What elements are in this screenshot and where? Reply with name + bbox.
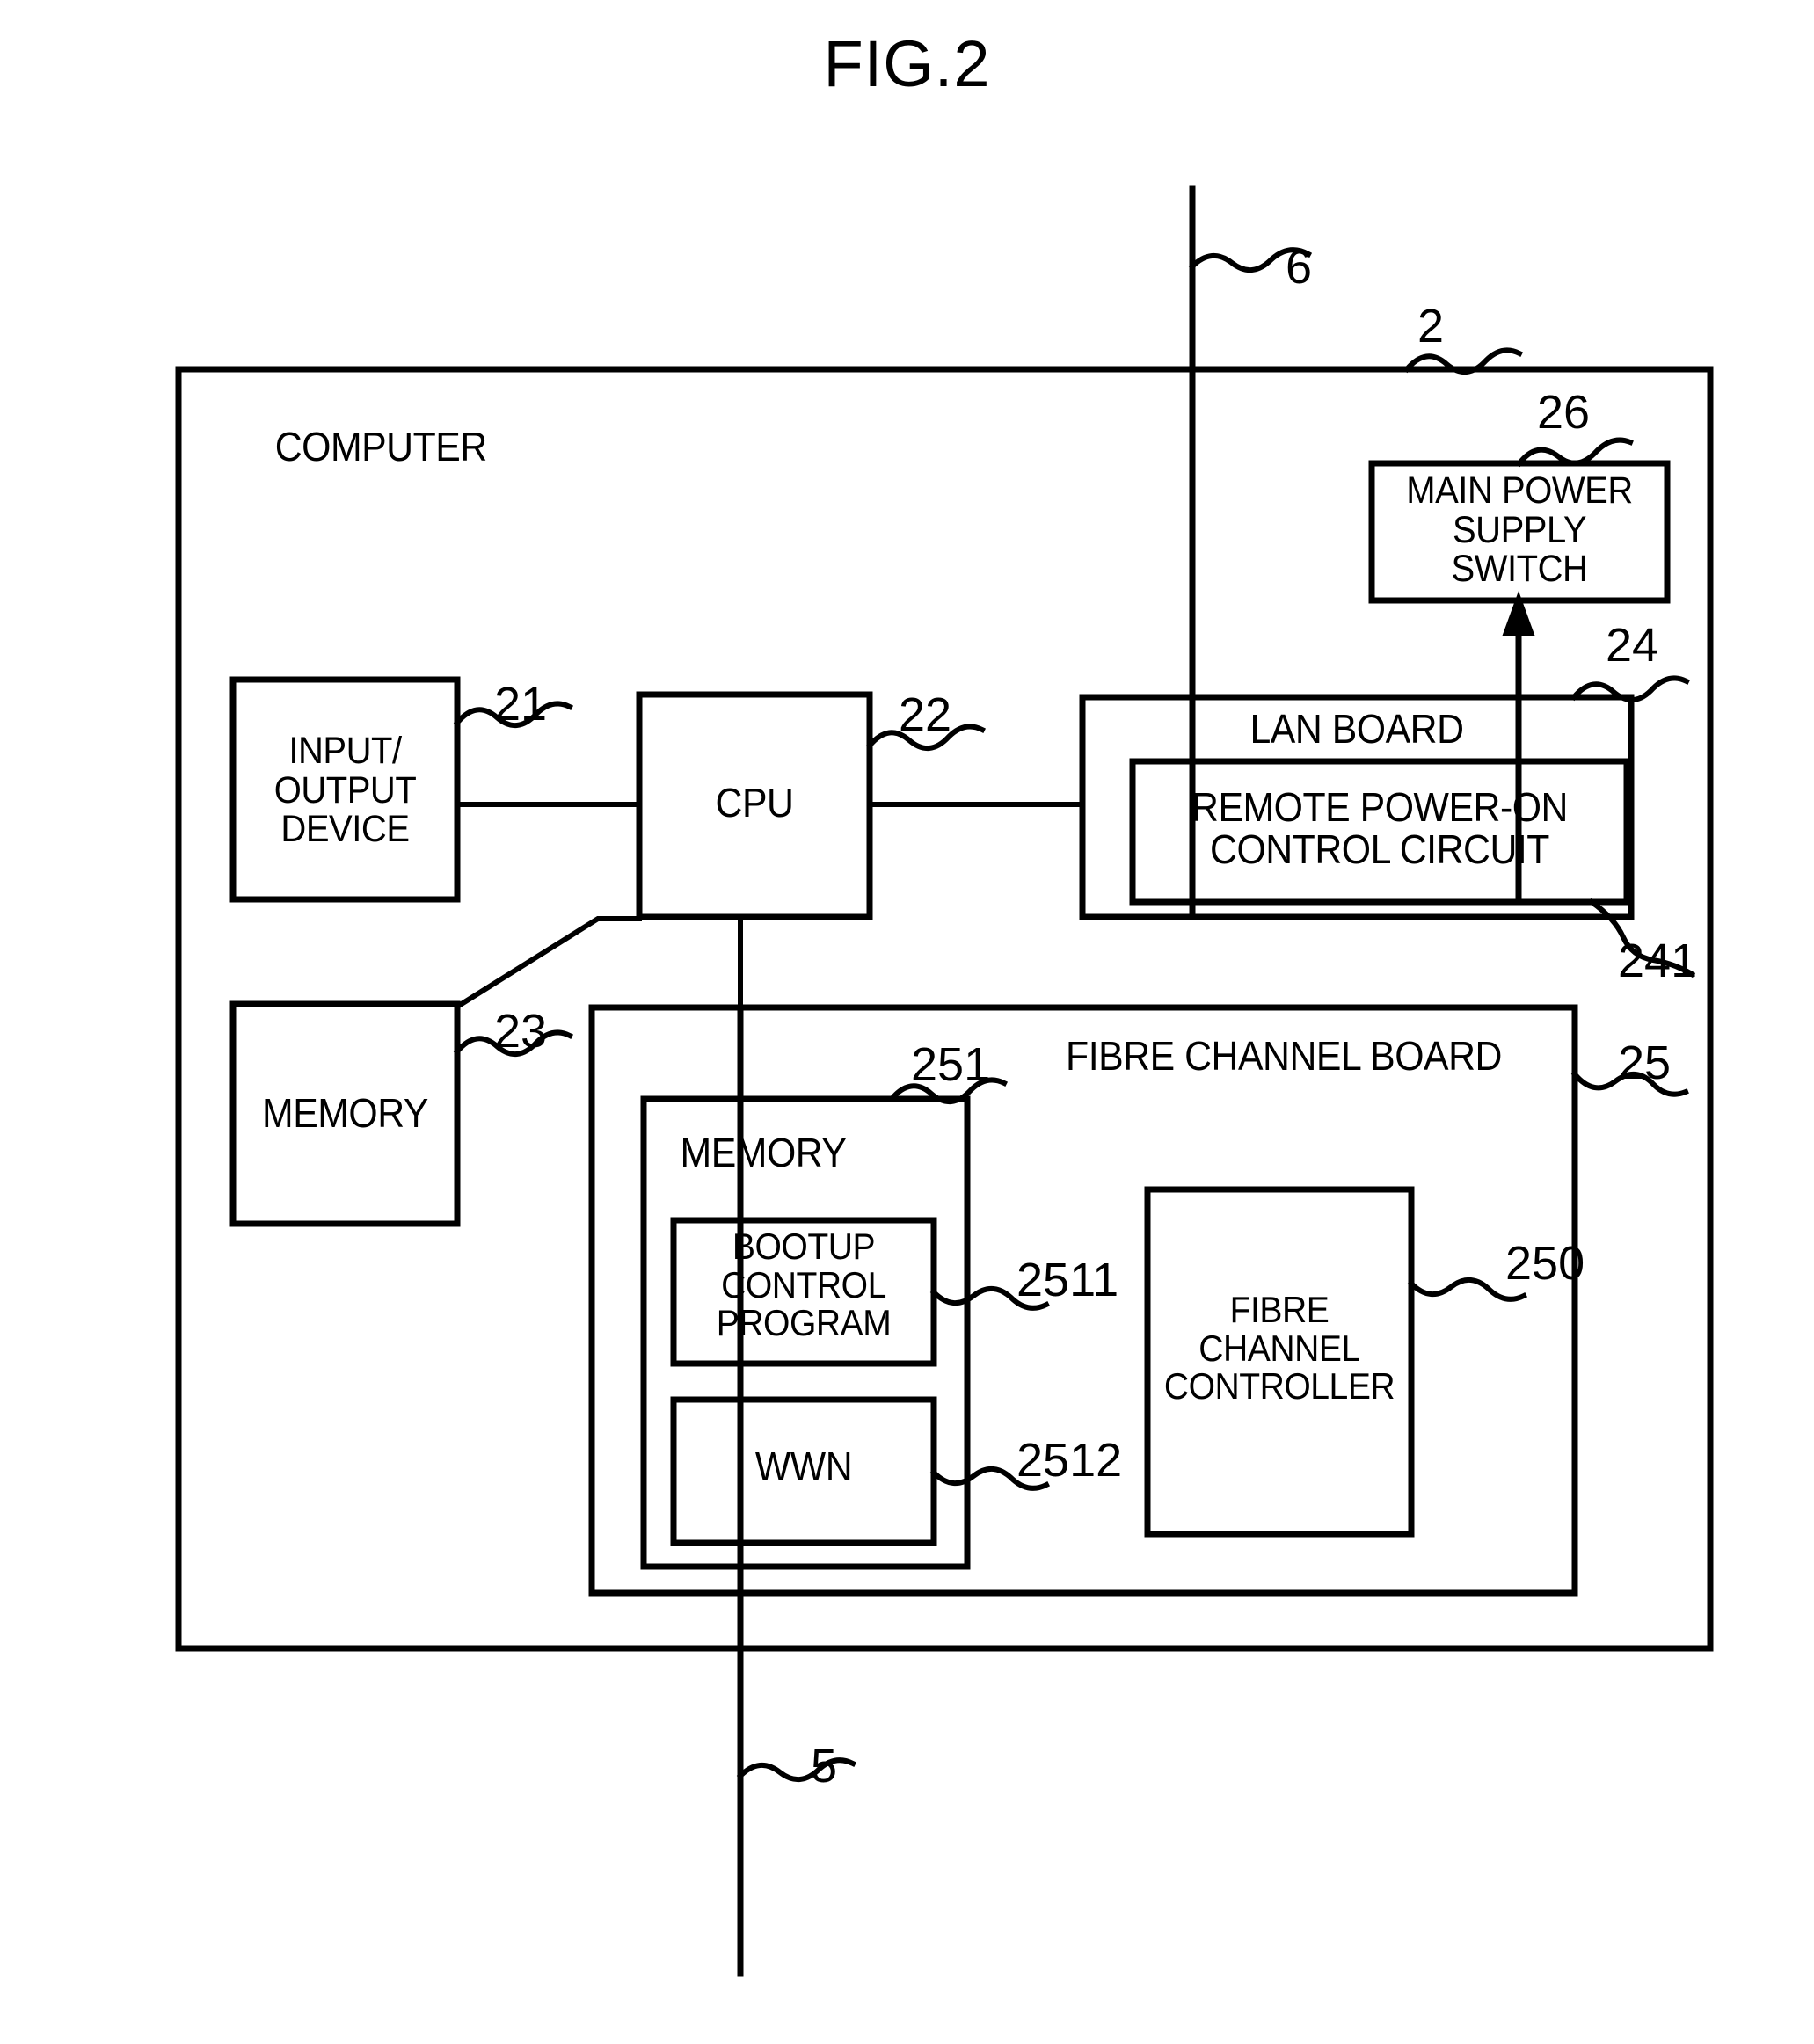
memory-label: MEMORY xyxy=(262,1090,428,1136)
remote-power-on-control-circuit-label: REMOTE POWER-ON CONTROL CIRCUIT xyxy=(1191,784,1568,872)
computer-label: COMPUTER xyxy=(274,424,488,469)
ref-numeral-241: 241 xyxy=(1618,935,1698,987)
ref-numeral-26: 26 xyxy=(1537,386,1591,439)
ref-numeral-5: 5 xyxy=(811,1740,838,1793)
ref-numeral-250: 250 xyxy=(1505,1237,1585,1290)
ref-numeral-24: 24 xyxy=(1606,619,1659,672)
cpu-label: CPU xyxy=(715,780,794,826)
power-on-arrow-head xyxy=(1502,591,1535,636)
fibre-channel-controller-label: FIBRE CHANNEL CONTROLLER xyxy=(1163,1289,1395,1408)
ref-numeral-22: 22 xyxy=(899,688,952,741)
patent-figure: FIG.2 COMPUTER INPUT/ OUTPUT DEVICE CPU … xyxy=(0,0,1814,2044)
connector-cpu-memory xyxy=(453,916,642,1011)
ref-leader-2 xyxy=(1402,347,1524,375)
ref-numeral-2: 2 xyxy=(1417,300,1445,353)
io-device-label: INPUT/ OUTPUT DEVICE xyxy=(273,730,417,851)
wwn-label: WWN xyxy=(754,1444,853,1489)
ref-leader-26 xyxy=(1515,437,1634,468)
lan-board-label: LAN BOARD xyxy=(1249,706,1464,752)
ref-numeral-23: 23 xyxy=(494,1005,548,1058)
ref-numeral-21: 21 xyxy=(494,678,548,731)
ref-numeral-2511: 2511 xyxy=(1016,1254,1119,1306)
main-power-supply-switch-label: MAIN POWER SUPPLY SWITCH xyxy=(1406,469,1633,591)
ref-numeral-2512: 2512 xyxy=(1016,1434,1123,1487)
ref-numeral-251: 251 xyxy=(911,1038,991,1091)
diagram-artwork xyxy=(175,185,1714,1977)
bootup-control-program-label: BOOTUP CONTROL PROGRAM xyxy=(716,1226,892,1344)
figure-title: FIG.2 xyxy=(823,27,991,100)
fibre-channel-board-label: FIBRE CHANNEL BOARD xyxy=(1066,1033,1502,1079)
ref-numeral-25: 25 xyxy=(1618,1037,1672,1089)
fc-memory-label: MEMORY xyxy=(680,1130,847,1175)
ref-leader-24 xyxy=(1570,675,1691,702)
ref-numeral-6: 6 xyxy=(1286,241,1313,294)
